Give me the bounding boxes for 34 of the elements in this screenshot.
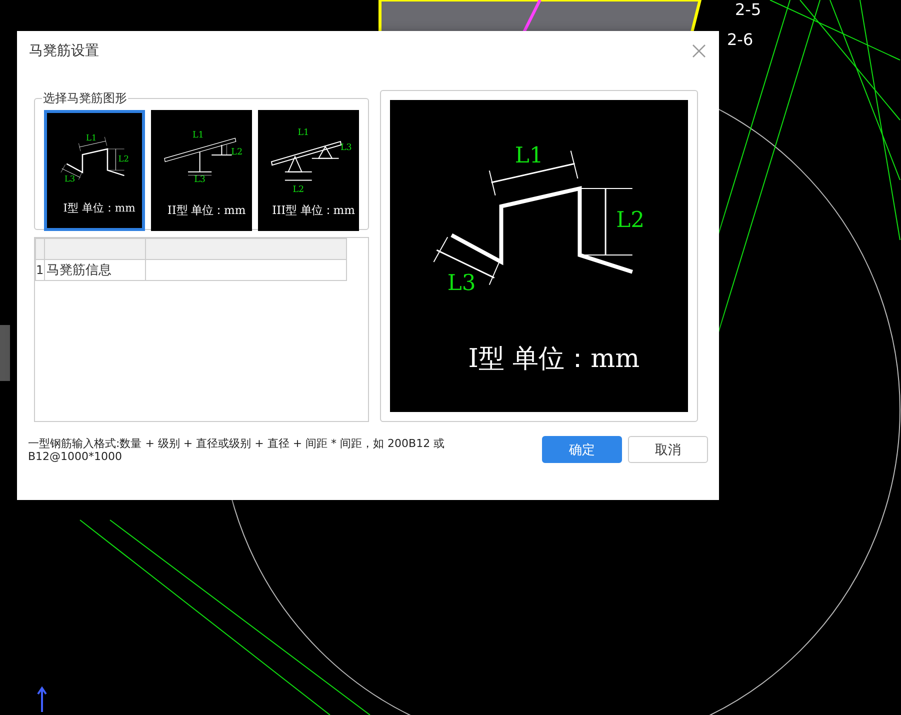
shape-option[interactable]: L1 L2 L3 I型 单位：mm [44,110,145,231]
dimension-label: L3 [194,174,206,185]
dimension-label: L1 [514,144,544,169]
dimension-label: L2 [292,185,304,196]
axis-label: 2-5 [735,0,762,19]
group-title: 选择马凳筋图形 [42,90,128,107]
shape-caption: I型 单位：mm [63,201,136,214]
close-icon [691,43,707,59]
dimension-label: L1 [192,130,204,140]
dimension-label: L2 [118,153,129,164]
dimension-label: L1 [298,128,310,138]
axis-label: 2-6 [727,30,754,49]
dimension-label: L1 [86,132,97,143]
cancel-button[interactable]: 取消 [628,436,708,463]
ok-button[interactable]: 确定 [542,436,622,463]
shape-caption: II型 单位：mm [167,202,246,217]
shape-option[interactable]: L1 L3 L2 III型 单位：mm [258,110,359,231]
dimension-label: L2 [231,147,243,158]
side-panel-handle[interactable] [0,325,10,381]
dialog-title: 马凳筋设置 [29,42,99,60]
axis-icon [37,686,47,713]
table-cell: 马凳筋信息 [44,260,146,280]
shape-drawing [270,140,342,181]
shape-option[interactable]: L1 L2 L3 II型 单位：mm [151,110,252,231]
row-number: 1 [36,260,44,280]
close-button[interactable] [691,43,707,59]
value-cell[interactable] [145,260,346,280]
shape-caption: III型 单位：mm [272,202,355,217]
dimension-label: L3 [340,142,352,153]
format-hint: 一型钢筋输入格式:数量 + 级别 + 直径或级别 + 直径 + 间距 * 间距，如 200B12 或 B12@1000*1000 [28,436,446,462]
dimension-label: L2 [616,208,645,234]
shape-caption: I型 单位：mm [468,344,640,374]
dimension-label: L3 [64,173,76,184]
dimension-label: L3 [447,270,476,296]
